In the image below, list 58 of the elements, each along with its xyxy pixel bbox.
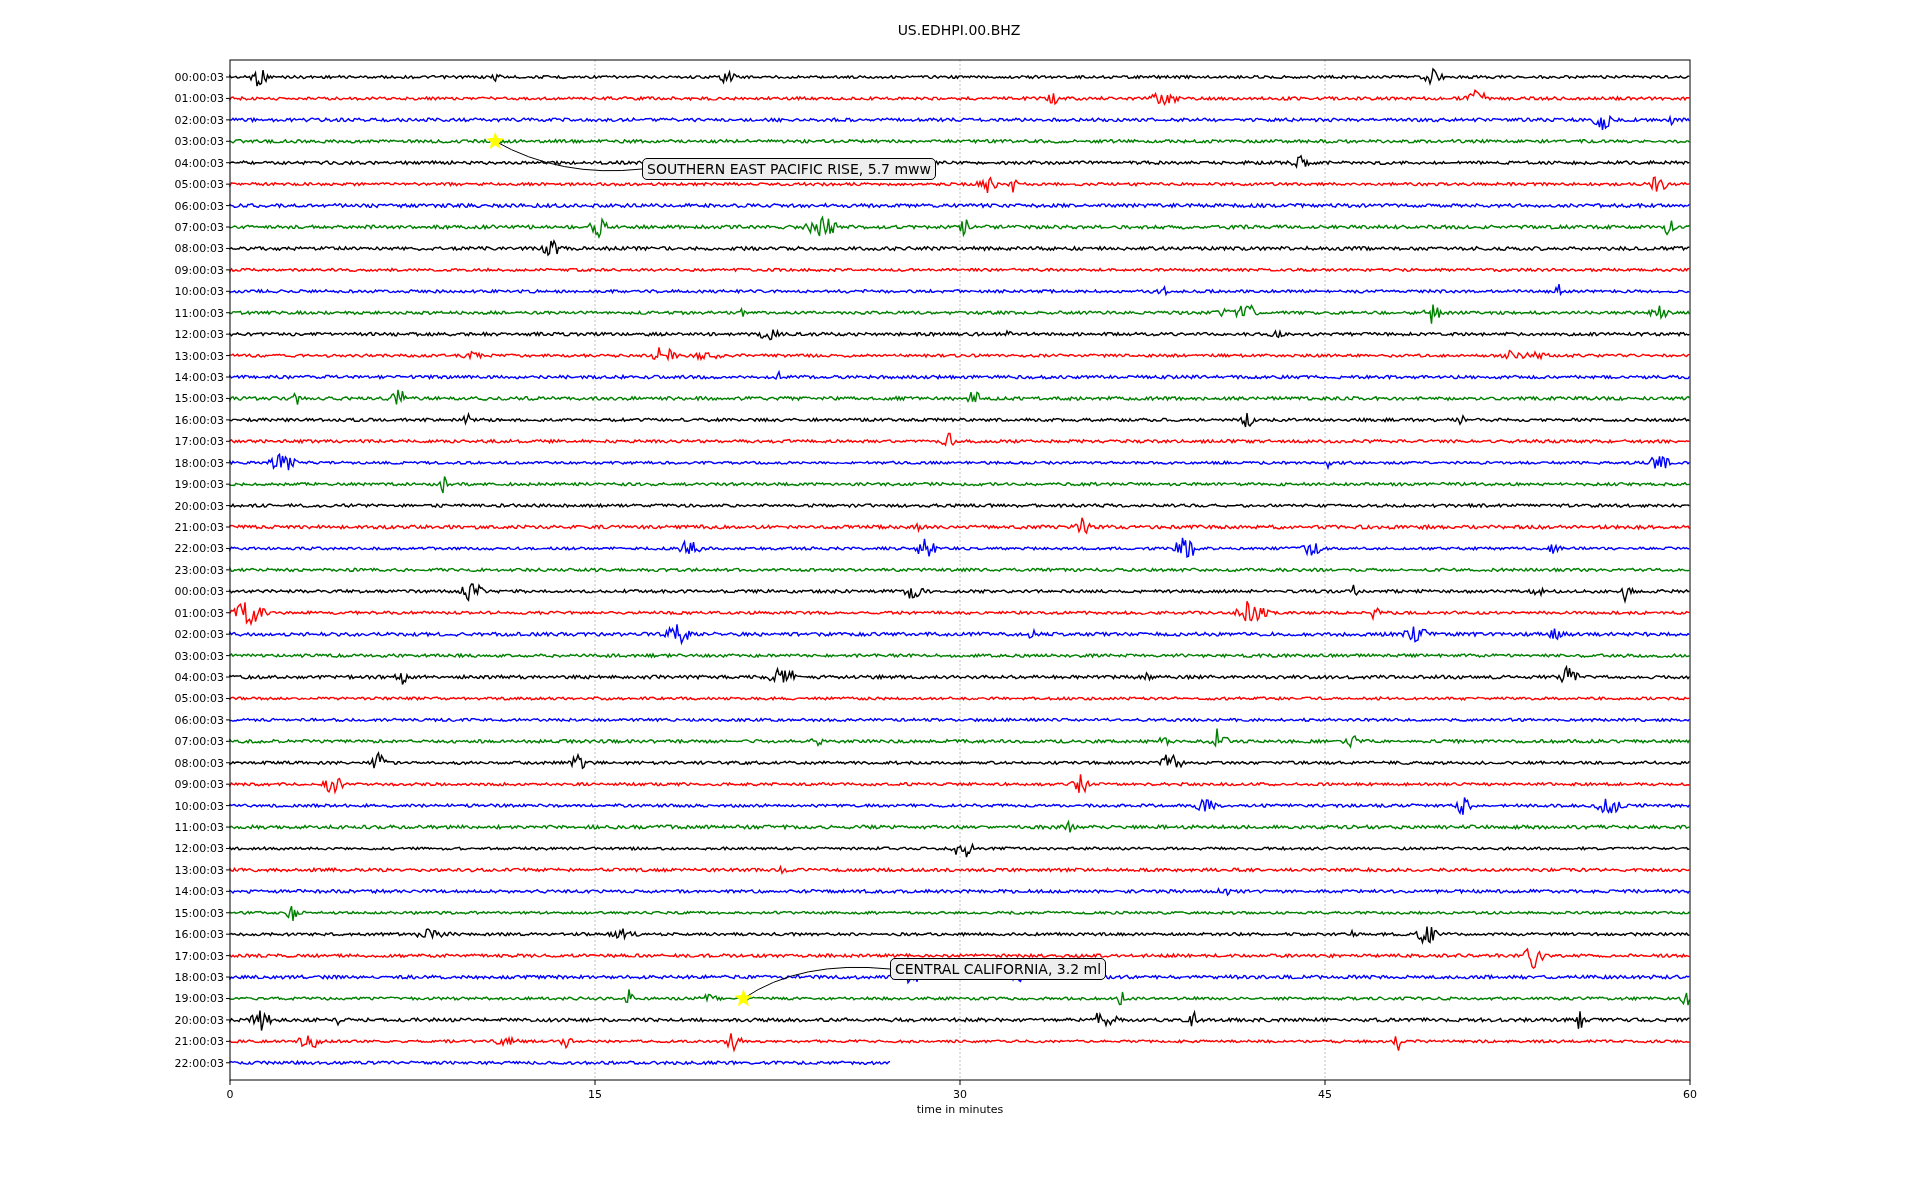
row-time-label: 09:00:03 xyxy=(174,263,224,277)
row-time-label: 11:00:03 xyxy=(174,306,224,320)
row-time-label: 14:00:03 xyxy=(174,885,224,899)
x-tick-label: 30 xyxy=(953,1088,967,1101)
row-time-label: 19:00:03 xyxy=(174,478,224,492)
row-time-label: 20:00:03 xyxy=(174,1013,224,1027)
row-time-label: 13:00:03 xyxy=(174,349,224,363)
row-time-label: 06:00:03 xyxy=(174,199,224,213)
star-icon xyxy=(486,131,505,149)
row-time-label: 18:00:03 xyxy=(174,971,224,985)
row-time-label: 21:00:03 xyxy=(174,521,224,535)
row-time-label: 17:00:03 xyxy=(174,435,224,449)
x-tick-label: 0 xyxy=(226,1088,234,1101)
row-time-label: 02:00:03 xyxy=(174,628,224,642)
row-time-label: 16:00:03 xyxy=(174,928,224,942)
plot-title: US.EDHPI.00.BHZ xyxy=(897,22,1021,38)
x-axis-label: time in minutes xyxy=(916,1103,1004,1116)
row-time-label: 08:00:03 xyxy=(174,756,224,770)
event-label: SOUTHERN EAST PACIFIC RISE, 5.7 mww xyxy=(642,158,936,180)
row-time-label: 18:00:03 xyxy=(174,456,224,470)
x-tick-label: 60 xyxy=(1683,1088,1697,1101)
row-time-label: 15:00:03 xyxy=(174,392,224,406)
row-time-label: 10:00:03 xyxy=(174,799,224,813)
star-icon xyxy=(734,989,753,1007)
row-time-label: 03:00:03 xyxy=(174,135,224,149)
row-time-label: 22:00:03 xyxy=(174,1056,224,1070)
row-time-label: 09:00:03 xyxy=(174,778,224,792)
x-tick-label: 45 xyxy=(1318,1088,1332,1101)
row-time-label: 11:00:03 xyxy=(174,821,224,835)
row-time-label: 19:00:03 xyxy=(174,992,224,1006)
row-time-label: 02:00:03 xyxy=(174,113,224,127)
row-time-label: 08:00:03 xyxy=(174,242,224,256)
row-time-label: 05:00:03 xyxy=(174,692,224,706)
row-time-label: 21:00:03 xyxy=(174,1035,224,1049)
row-time-label: 12:00:03 xyxy=(174,328,224,342)
x-tick-label: 15 xyxy=(588,1088,602,1101)
row-time-label: 00:00:03 xyxy=(174,71,224,84)
row-time-label: 12:00:03 xyxy=(174,842,224,856)
row-time-label: 23:00:03 xyxy=(174,563,224,577)
row-time-label: 16:00:03 xyxy=(174,413,224,427)
row-time-label: 05:00:03 xyxy=(174,178,224,192)
row-time-label: 07:00:03 xyxy=(174,221,224,234)
row-time-label: 06:00:03 xyxy=(174,713,224,727)
row-time-label: 10:00:03 xyxy=(174,285,224,299)
row-time-label: 17:00:03 xyxy=(174,949,224,963)
row-time-label: 04:00:03 xyxy=(174,156,224,170)
row-time-label: 04:00:03 xyxy=(174,671,224,685)
event-label: CENTRAL CALIFORNIA, 3.2 ml xyxy=(890,958,1107,980)
row-time-label: 13:00:03 xyxy=(174,863,224,877)
row-time-label: 20:00:03 xyxy=(174,499,224,513)
row-time-label: 07:00:03 xyxy=(174,735,224,749)
row-time-label: 14:00:03 xyxy=(174,371,224,384)
row-time-label: 01:00:03 xyxy=(174,606,224,620)
row-time-label: 00:00:03 xyxy=(174,585,224,599)
row-time-label: 01:00:03 xyxy=(174,92,224,106)
row-time-label: 22:00:03 xyxy=(174,542,224,556)
row-time-label: 15:00:03 xyxy=(174,906,224,920)
row-time-label: 03:00:03 xyxy=(174,649,224,663)
